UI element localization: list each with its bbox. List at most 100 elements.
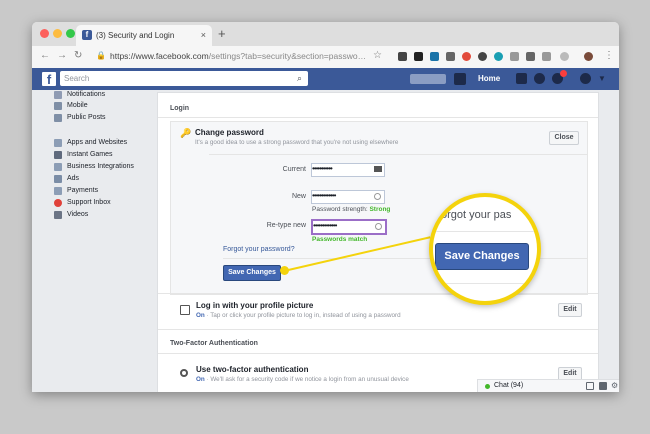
password-strength: Password strength: Strong <box>312 206 390 213</box>
profile-picture-icon <box>180 305 190 315</box>
chat-label: Chat (94) <box>494 382 524 389</box>
maximize-window-icon[interactable] <box>66 29 75 38</box>
business-integrations-icon <box>54 163 62 171</box>
extension-icon[interactable] <box>560 52 569 61</box>
search-placeholder: Search <box>64 74 90 83</box>
pocket-extension-icon[interactable] <box>398 52 407 61</box>
new-password-field[interactable]: ••••••••••••• <box>311 190 385 204</box>
home-link[interactable]: Home <box>478 74 500 83</box>
two-factor-title: Use two-factor authentication <box>196 365 309 374</box>
profile-login-edit-button[interactable]: Edit <box>558 303 582 317</box>
back-icon[interactable]: ← <box>40 50 50 61</box>
divider <box>433 283 537 284</box>
facebook-favicon-icon: f <box>82 30 92 40</box>
chat-bar[interactable]: Chat (94) ⚙ <box>477 379 619 392</box>
forgot-password-link[interactable]: Forgot your password? <box>223 246 295 253</box>
apps-icon <box>54 139 62 147</box>
tab-close-icon[interactable]: × <box>201 30 206 40</box>
sidebar-item-label: Videos <box>67 211 89 218</box>
friend-requests-icon[interactable] <box>516 73 527 84</box>
online-dot-icon <box>485 384 490 389</box>
public-posts-icon <box>54 114 62 122</box>
callout-dot <box>280 266 289 275</box>
strength-value: Strong <box>369 206 391 213</box>
extension-icon[interactable] <box>462 52 471 61</box>
facebook-top-bar: f Search ⌕ Home ▼ <box>32 68 619 90</box>
divider <box>158 353 598 354</box>
extension-icon[interactable] <box>430 52 439 61</box>
new-tab-button[interactable]: + <box>218 26 226 41</box>
sidebar-item-label: Business Integrations <box>67 163 134 170</box>
cast-icon[interactable] <box>446 52 455 61</box>
extension-icon[interactable] <box>542 52 551 61</box>
new-password-value: ••••••••••••• <box>312 191 336 200</box>
facebook-logo-icon[interactable]: f <box>42 72 56 87</box>
current-password-value: ••••••••••• <box>312 164 333 173</box>
sidebar-item-label: Support Inbox <box>67 199 111 206</box>
extension-icon[interactable] <box>478 52 487 61</box>
strength-prefix: Password strength: <box>312 206 368 213</box>
passwords-match-text: Passwords match <box>312 236 368 243</box>
retype-password-value: ••••••••••••• <box>313 221 337 230</box>
divider <box>433 231 537 232</box>
search-icon[interactable]: ⌕ <box>297 71 302 86</box>
profile-name-blurred[interactable] <box>410 74 446 84</box>
change-password-description: It's a good idea to use a strong passwor… <box>195 139 399 146</box>
retype-password-field[interactable]: ••••••••••••• <box>311 219 387 235</box>
account-dropdown-icon[interactable]: ▼ <box>598 74 606 83</box>
url-field[interactable]: https://www.facebook.com/settings?tab=se… <box>110 51 366 61</box>
medium-extension-icon[interactable] <box>526 52 535 61</box>
password-manager-icon[interactable] <box>374 166 382 172</box>
browser-menu-icon[interactable]: ⋮ <box>604 50 614 61</box>
sidebar-item-label: Notifications <box>67 91 106 98</box>
messenger-icon[interactable] <box>534 73 545 84</box>
current-password-field[interactable]: ••••••••••• <box>311 163 385 177</box>
support-inbox-icon <box>54 199 62 207</box>
settings-gear-icon[interactable]: ⚙ <box>611 381 618 390</box>
help-icon[interactable] <box>580 73 591 84</box>
close-button[interactable]: Close <box>549 131 579 145</box>
close-window-icon[interactable] <box>40 29 49 38</box>
two-factor-status: On <box>196 376 205 383</box>
save-changes-button[interactable]: Save Changes <box>223 265 281 281</box>
reload-icon[interactable]: ↻ <box>74 50 82 61</box>
url-path: /settings?tab=security&section=passwo… <box>208 51 367 61</box>
key-suggest-icon[interactable] <box>375 223 382 230</box>
two-factor-description: On · We'll ask for a security code if we… <box>196 376 409 383</box>
minimize-window-icon[interactable] <box>53 29 62 38</box>
profile-login-description: On · Tap or click your profile picture t… <box>196 312 401 319</box>
current-password-label: Current <box>282 166 306 173</box>
sidebar-item-label: Apps and Websites <box>67 139 128 146</box>
zoom-forgot-text: orgot your pas <box>441 209 512 221</box>
search-input[interactable]: Search ⌕ <box>60 71 308 86</box>
compose-icon[interactable] <box>586 382 594 390</box>
lock-icon: 🔒 <box>96 51 106 60</box>
address-bar: ← → ↻ 🔒 https://www.facebook.com/setting… <box>32 46 619 69</box>
payments-icon <box>54 187 62 195</box>
instant-games-icon <box>54 151 62 159</box>
key-suggest-icon[interactable] <box>374 193 381 200</box>
group-icon[interactable] <box>599 382 607 390</box>
profile-login-desc-text: · Tap or click your profile picture to l… <box>206 312 401 319</box>
browser-tab[interactable]: f (3) Security and Login × <box>76 25 212 46</box>
sidebar-item-label: Mobile <box>67 102 88 109</box>
tab-title: (3) Security and Login <box>96 31 175 40</box>
extension-icon[interactable] <box>510 52 519 61</box>
retype-password-label: Re-type new <box>266 222 306 229</box>
profile-avatar-icon[interactable] <box>584 52 593 61</box>
profile-login-status: On <box>196 312 205 319</box>
forward-icon[interactable]: → <box>57 50 67 61</box>
notification-badge <box>560 70 567 77</box>
ads-icon <box>54 175 62 183</box>
friends-group-icon[interactable] <box>454 73 466 85</box>
videos-icon <box>54 211 62 219</box>
bookmark-star-icon[interactable]: ☆ <box>373 50 382 61</box>
extension-icon[interactable] <box>494 52 503 61</box>
divider <box>158 117 598 118</box>
tab-bar: f (3) Security and Login × + <box>32 22 619 46</box>
mobile-icon <box>54 102 62 110</box>
notifications-icon <box>54 91 62 99</box>
extension-icon[interactable] <box>414 52 423 61</box>
sidebar-item-label: Instant Games <box>67 151 113 158</box>
profile-login-title: Log in with your profile picture <box>196 301 314 310</box>
